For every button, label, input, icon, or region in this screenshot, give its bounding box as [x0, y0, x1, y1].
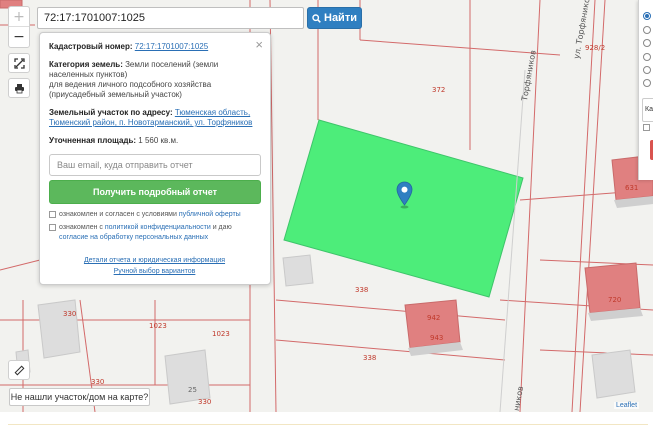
map-marker-icon[interactable]: [396, 181, 413, 209]
email-input[interactable]: [49, 154, 261, 176]
cadastral-row: Кадастровый номер: 72:17:1701007:1025: [49, 42, 260, 52]
popup-footer: Детали отчета и юридическая информация Р…: [49, 255, 260, 277]
map-label-928: 928/2: [585, 44, 606, 52]
map-label-338b: 338: [363, 354, 377, 362]
layer-checkbox[interactable]: [643, 124, 650, 131]
privacy-policy-link[interactable]: политикой конфиденциальности: [105, 224, 211, 231]
purpose-value: для ведения личного подсобного хозяйства…: [49, 80, 212, 99]
map-label-942: 942: [427, 314, 441, 322]
privacy-agreement-text: ознакомлен с политикой конфиденциальност…: [59, 223, 260, 243]
map-attribution-link[interactable]: Leaflet: [614, 402, 640, 409]
search-icon: [312, 13, 321, 23]
offer-agreement-row: ознакомлен и согласен с условиями публич…: [49, 210, 260, 220]
address-label: Земельный участок по адресу:: [49, 108, 173, 117]
parcel-info-popup: × Кадастровый номер: 72:17:1701007:1025 …: [39, 32, 271, 285]
layer-radio-2[interactable]: [643, 26, 651, 34]
cadastral-number-link[interactable]: 72:17:1701007:1025: [135, 42, 208, 51]
parcel-not-found-button[interactable]: Не нашли участок/дом на карте?: [9, 388, 150, 406]
map-label-330c: 330: [198, 398, 212, 406]
map-label-330b: 330: [91, 378, 105, 386]
public-offer-link[interactable]: публичной оферты: [179, 211, 241, 218]
zoom-out-icon[interactable]: −: [9, 27, 29, 47]
privacy-agreement-mid: и даю: [212, 224, 232, 231]
address-row: Земельный участок по адресу: Тюменская о…: [49, 108, 260, 128]
layer-radio-3[interactable]: [643, 39, 651, 47]
find-button[interactable]: Найти: [307, 7, 362, 29]
map-label-1023b: 1023: [212, 330, 230, 338]
map-label-631: 631: [625, 184, 639, 192]
map-label-338a: 338: [355, 286, 369, 294]
privacy-agreement-prefix: ознакомлен с: [59, 224, 103, 231]
get-report-button[interactable]: Получить подробный отчет: [49, 180, 261, 204]
layer-radio-5[interactable]: [643, 66, 651, 74]
category-row: Категория земель: Земли поселений (земли…: [49, 60, 260, 80]
layer-radio-6[interactable]: [643, 79, 651, 87]
search-field-wrapper: [37, 7, 304, 29]
fullscreen-icon[interactable]: [8, 53, 30, 73]
area-value: 1 560 кв.м.: [138, 136, 179, 145]
zoom-in-icon[interactable]: +: [9, 7, 29, 27]
area-row: Уточненная площадь: 1 560 кв.м.: [49, 136, 260, 146]
privacy-agreement-checkbox[interactable]: [49, 224, 56, 231]
map-label-720: 720: [608, 296, 622, 304]
find-button-label: Найти: [324, 12, 357, 24]
offer-agreement-text: ознакомлен и согласен с условиями публич…: [59, 210, 241, 220]
map-label-330a: 330: [63, 310, 77, 318]
print-icon[interactable]: [8, 78, 30, 98]
ruler-icon[interactable]: [8, 360, 30, 380]
close-icon[interactable]: ×: [255, 37, 263, 52]
report-details-link[interactable]: Детали отчета и юридическая информация: [84, 257, 225, 264]
zoom-control: + −: [8, 6, 30, 48]
offer-agreement-prefix: ознакомлен и согласен с условиями: [59, 211, 177, 218]
map-label-1023a: 1023: [149, 322, 167, 330]
search-input[interactable]: [38, 8, 303, 28]
category-label: Категория земель:: [49, 60, 123, 69]
area-label: Уточненная площадь:: [49, 136, 137, 145]
layer-radio-1[interactable]: [643, 12, 651, 20]
map-label-943: 943: [430, 334, 444, 342]
cadastral-label: Кадастровый номер:: [49, 42, 133, 51]
manual-selection-link[interactable]: Ручной выбор вариантов: [114, 268, 196, 275]
layer-input[interactable]: Ка: [642, 98, 653, 122]
layer-options-panel: Ка: [638, 0, 653, 180]
privacy-agreement-row: ознакомлен с политикой конфиденциальност…: [49, 223, 260, 243]
page-bottom-divider: [8, 424, 648, 425]
offer-agreement-checkbox[interactable]: [49, 211, 56, 218]
map-label-372: 372: [432, 86, 446, 94]
map-label-25: 25: [188, 386, 197, 394]
layer-radio-4[interactable]: [643, 53, 651, 61]
personal-data-consent-link[interactable]: согласие на обработку персональных данны…: [59, 234, 208, 241]
purpose-row: для ведения личного подсобного хозяйства…: [49, 80, 260, 100]
